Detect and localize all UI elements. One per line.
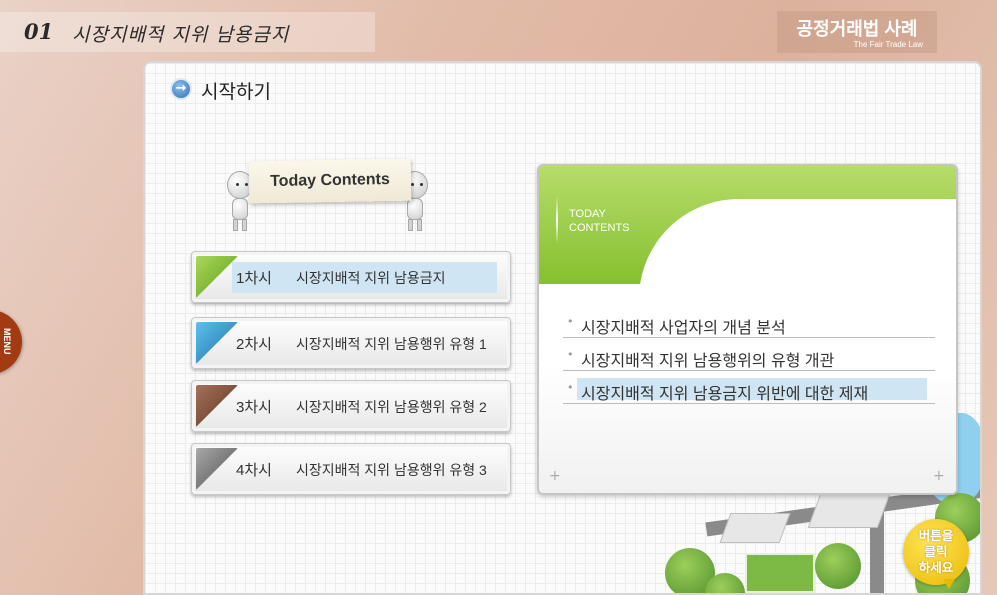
topic-item-3: • 시장지배적 지위 남용금지 위반에 대한 제재 — [563, 374, 935, 404]
plus-icon: + — [933, 468, 945, 484]
session-number: 2차시 — [236, 336, 272, 353]
topic-text: 시장지배적 사업자의 개념 분석 — [581, 320, 786, 337]
topic-text: 시장지배적 지위 남용금지 위반에 대한 제재 — [581, 386, 869, 403]
topic-item-1: • 시장지배적 사업자의 개념 분석 — [563, 308, 935, 338]
course-subtitle: The Fair Trade Law — [853, 40, 923, 49]
start-title[interactable]: 시작하기 — [201, 77, 271, 104]
sparkle-icon — [556, 196, 558, 244]
session-corner-icon — [196, 322, 238, 364]
click-here-button[interactable]: 버튼을 클릭 하세요 — [903, 519, 969, 589]
lesson-title: 시장지배적 지위 남용금지 — [72, 24, 290, 46]
main-panel: → 시작하기 Today Contents 1차시 시장지배적 지위 남용금지 … — [143, 61, 982, 595]
topic-item-2: • 시장지배적 지위 남용행위의 유형 개관 — [563, 341, 935, 371]
session-item-3[interactable]: 3차시 시장지배적 지위 남용행위 유형 2 — [191, 380, 511, 432]
session-title: 시장지배적 지위 남용행위 유형 2 — [296, 399, 487, 415]
session-number: 3차시 — [236, 399, 272, 416]
menu-label: MENU — [2, 328, 12, 355]
click-here-label: 버튼을 클릭 하세요 — [918, 529, 954, 575]
bullet-icon: • — [567, 348, 574, 361]
today-contents-label: Today Contents — [269, 170, 390, 191]
arrow-right-circle-icon[interactable]: → — [170, 78, 192, 100]
topic-text: 시장지배적 지위 남용행위의 유형 개관 — [581, 353, 835, 370]
session-number: 4차시 — [236, 462, 272, 479]
bullet-icon: • — [567, 315, 574, 328]
course-title: 공정거래법 사례 — [796, 19, 918, 39]
session-title: 시장지배적 지위 남용행위 유형 3 — [296, 462, 487, 478]
session-item-2[interactable]: 2차시 시장지배적 지위 남용행위 유형 1 — [191, 317, 511, 369]
plus-icon: + — [549, 468, 561, 484]
today-contents-sign: Today Contents — [248, 158, 412, 204]
today-contents-tag: TODAY CONTENTS — [569, 208, 630, 234]
lesson-number: 01 — [24, 19, 54, 44]
bullet-icon: • — [567, 381, 574, 394]
course-badge: 공정거래법 사례 The Fair Trade Law — [777, 11, 937, 53]
session-title: 시장지배적 지위 남용행위 유형 1 — [296, 336, 487, 352]
session-corner-icon — [196, 385, 238, 427]
today-contents-box: TODAY CONTENTS • 시장지배적 사업자의 개념 분석 • 시장지배… — [537, 164, 958, 495]
session-item-1[interactable]: 1차시 시장지배적 지위 남용금지 — [191, 251, 511, 303]
session-number: 1차시 — [236, 270, 272, 287]
session-item-4[interactable]: 4차시 시장지배적 지위 남용행위 유형 3 — [191, 443, 511, 495]
session-title: 시장지배적 지위 남용금지 — [296, 270, 446, 286]
session-corner-icon — [196, 448, 238, 490]
side-menu-tab[interactable]: MENU — [0, 310, 22, 374]
